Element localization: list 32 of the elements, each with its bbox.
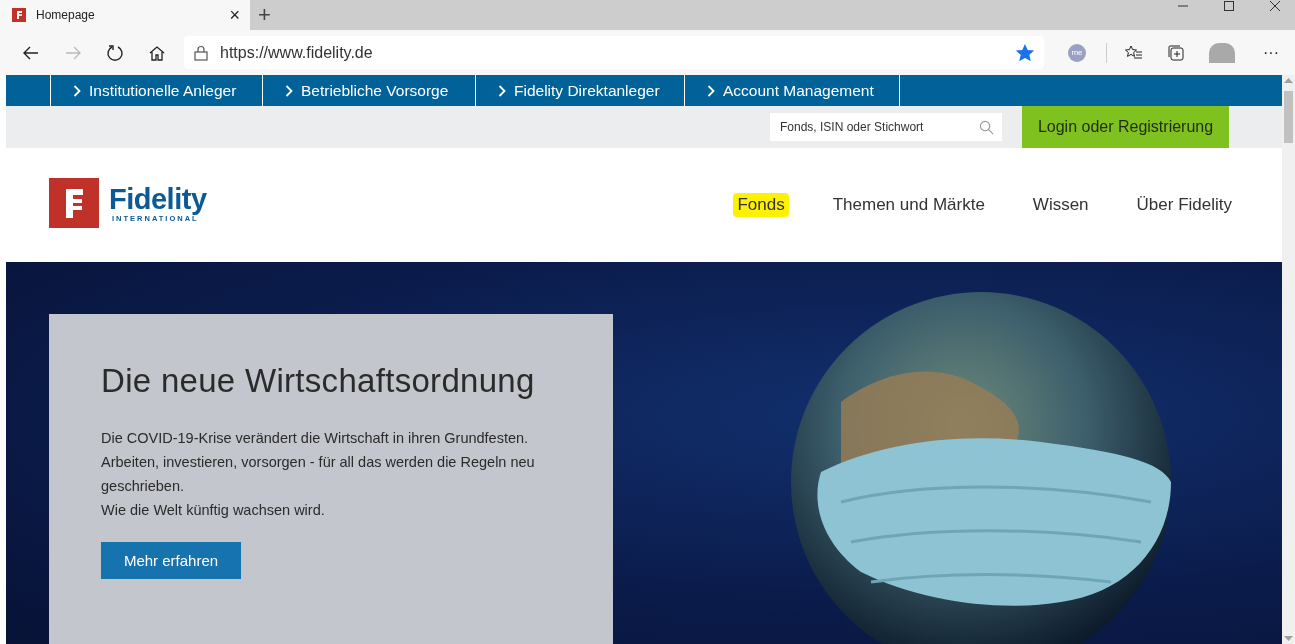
- logo-wordmark[interactable]: Fidelity: [109, 183, 207, 214]
- maximize-icon[interactable]: [1223, 0, 1235, 12]
- chevron-icon: [707, 84, 715, 97]
- chevron-icon: [498, 84, 506, 97]
- close-icon[interactable]: [1269, 0, 1281, 12]
- collections-icon[interactable]: [1166, 42, 1186, 63]
- tab-title: Homepage: [36, 8, 96, 22]
- url-text: https://www.fidelity.de: [220, 43, 374, 62]
- chevron-icon: [73, 84, 81, 97]
- hero-paragraph: Wie die Welt künftig wachsen wird.: [101, 501, 326, 520]
- favicon-icon: [12, 8, 26, 22]
- close-tab-button[interactable]: ×: [229, 4, 240, 26]
- more-info-button[interactable]: Mehr erfahren: [101, 542, 241, 579]
- logo-mark-icon[interactable]: [49, 178, 99, 228]
- browser-tab[interactable]: Homepage ×: [0, 0, 250, 30]
- lock-icon: [194, 44, 208, 61]
- scrollbar-thumb[interactable]: [1284, 91, 1293, 143]
- search-field[interactable]: Fonds, ISIN oder Stichwort: [770, 113, 1002, 141]
- chevron-icon: [285, 84, 293, 97]
- main-nav-link[interactable]: Themen und Märkte: [828, 193, 989, 217]
- more-button[interactable]: ···: [1257, 43, 1285, 62]
- main-nav-link[interactable]: Wissen: [1028, 193, 1093, 217]
- new-tab-button[interactable]: +: [250, 0, 279, 30]
- main-nav-link[interactable]: Fonds: [733, 193, 789, 217]
- hero-title: Die neue Wirtschaftsordnung: [101, 362, 535, 400]
- search-icon[interactable]: [979, 120, 994, 135]
- refresh-icon[interactable]: [105, 42, 125, 63]
- main-nav-link[interactable]: Über Fidelity: [1132, 193, 1236, 217]
- hero-paragraph: Die COVID-19-Krise verändert die Wirtschaft in ihren Grundfesten. Arbeiten, investieren, vorsorgen - für all das werden die Regeln neu geschrieben.: [101, 429, 536, 496]
- address-bar[interactable]: https://www.fidelity.de: [184, 36, 1044, 69]
- login-button[interactable]: Login oder Registrierung: [1022, 106, 1229, 148]
- favorite-star-icon[interactable]: [1016, 43, 1034, 62]
